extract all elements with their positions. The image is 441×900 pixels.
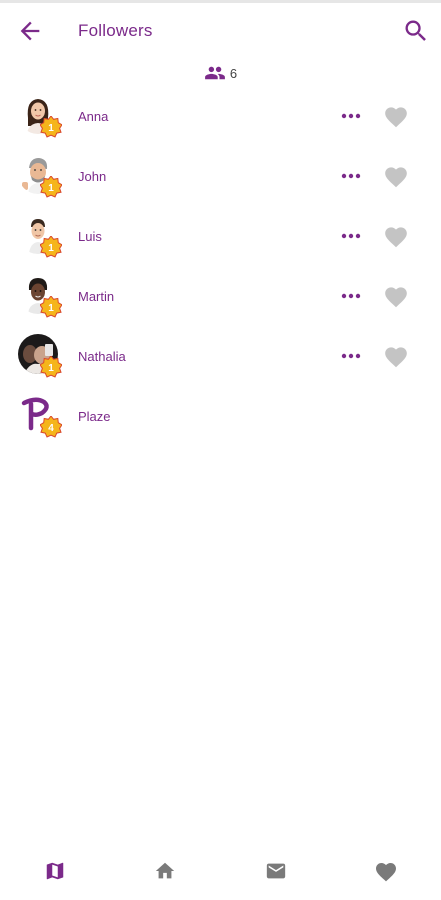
mail-icon xyxy=(266,863,285,879)
app-bar: Followers xyxy=(0,3,441,59)
level-badge-icon: 1 xyxy=(40,176,62,198)
svg-text:1: 1 xyxy=(48,243,54,254)
avatar[interactable]: 1 xyxy=(18,94,62,138)
avatar[interactable]: 1 xyxy=(18,334,62,378)
level-badge-icon: 1 xyxy=(40,236,62,258)
follower-row-john[interactable]: 1 John xyxy=(0,146,441,206)
level-badge-icon: 1 xyxy=(40,116,62,138)
heart-icon xyxy=(375,863,396,882)
follower-name[interactable]: Nathalia xyxy=(78,349,126,364)
nav-favorites[interactable] xyxy=(358,851,414,891)
follower-row-anna[interactable]: 1 Anna xyxy=(0,86,441,146)
more-options-icon[interactable] xyxy=(340,288,362,304)
nav-mail[interactable] xyxy=(248,851,304,891)
level-badge-icon: 1 xyxy=(40,296,62,318)
svg-text:1: 1 xyxy=(48,303,54,314)
nav-map[interactable] xyxy=(27,851,83,891)
followers-count-value: 6 xyxy=(229,65,238,81)
followers-list: 1 Anna 1 John 1 Luis 1 Martin 1 Nathalia… xyxy=(0,86,441,446)
nav-home[interactable] xyxy=(137,851,193,891)
follower-name[interactable]: Plaze xyxy=(78,409,111,424)
follower-row-plaze[interactable]: 4 Plaze xyxy=(0,386,441,446)
follower-row-nathalia[interactable]: 1 Nathalia xyxy=(0,326,441,386)
avatar[interactable]: 4 xyxy=(18,394,62,438)
more-options-icon[interactable] xyxy=(340,168,362,184)
heart-icon[interactable] xyxy=(383,224,409,248)
heart-icon[interactable] xyxy=(383,164,409,188)
svg-text:1: 1 xyxy=(48,363,54,374)
svg-text:1: 1 xyxy=(48,123,54,134)
avatar[interactable]: 1 xyxy=(18,274,62,318)
svg-text:4: 4 xyxy=(48,423,54,434)
avatar[interactable]: 1 xyxy=(18,154,62,198)
follower-row-martin[interactable]: 1 Martin xyxy=(0,266,441,326)
follower-row-luis[interactable]: 1 Luis xyxy=(0,206,441,266)
more-options-icon[interactable] xyxy=(340,108,362,124)
heart-icon[interactable] xyxy=(383,344,409,368)
follower-name[interactable]: Martin xyxy=(78,289,114,304)
page-title: Followers xyxy=(78,21,153,40)
bottom-navigation xyxy=(0,842,441,900)
followers-count: 6 xyxy=(0,62,441,84)
follower-name[interactable]: Luis xyxy=(78,229,102,244)
more-options-icon[interactable] xyxy=(340,228,362,244)
home-icon xyxy=(156,862,175,879)
avatar[interactable]: 1 xyxy=(18,214,62,258)
level-badge-icon: 4 xyxy=(40,416,62,438)
svg-text:1: 1 xyxy=(48,183,54,194)
follower-name[interactable]: John xyxy=(78,169,106,184)
more-options-icon[interactable] xyxy=(340,348,362,364)
arrow-back-icon[interactable] xyxy=(16,17,44,45)
heart-icon[interactable] xyxy=(383,104,409,128)
map-icon xyxy=(46,862,64,880)
follower-name[interactable]: Anna xyxy=(78,109,108,124)
people-icon xyxy=(204,66,225,80)
heart-icon[interactable] xyxy=(383,284,409,308)
search-icon[interactable] xyxy=(402,17,430,45)
level-badge-icon: 1 xyxy=(40,356,62,378)
